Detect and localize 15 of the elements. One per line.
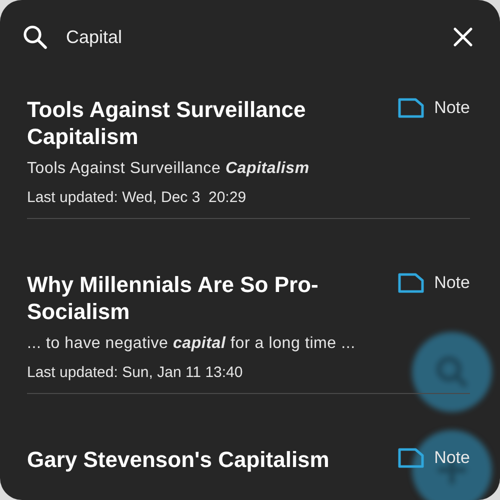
note-icon (398, 448, 424, 468)
last-updated: Last updated: Wed, Dec 3 20:29 (27, 189, 248, 206)
type-label: Note (434, 273, 470, 293)
search-field[interactable]: Capital (66, 26, 452, 48)
result-title[interactable]: Why Millennials Are So Pro-Socialism (27, 271, 372, 325)
result-title[interactable]: Gary Stevenson's Capitalism (27, 446, 372, 473)
note-icon (398, 98, 424, 118)
result-snippet: Tools Against Surveillance Capitalism (27, 160, 310, 178)
result-title[interactable]: Tools Against Surveillance Capitalism (27, 96, 372, 150)
type-label: Note (434, 98, 470, 118)
type-label: Note (434, 448, 470, 468)
last-updated: Last updated: Sun, Jan 11 13:40 (27, 364, 244, 381)
result-snippet: ... to have negative capital for a long time ... (27, 335, 356, 353)
note-icon (398, 273, 424, 293)
close-button[interactable] (452, 26, 474, 48)
